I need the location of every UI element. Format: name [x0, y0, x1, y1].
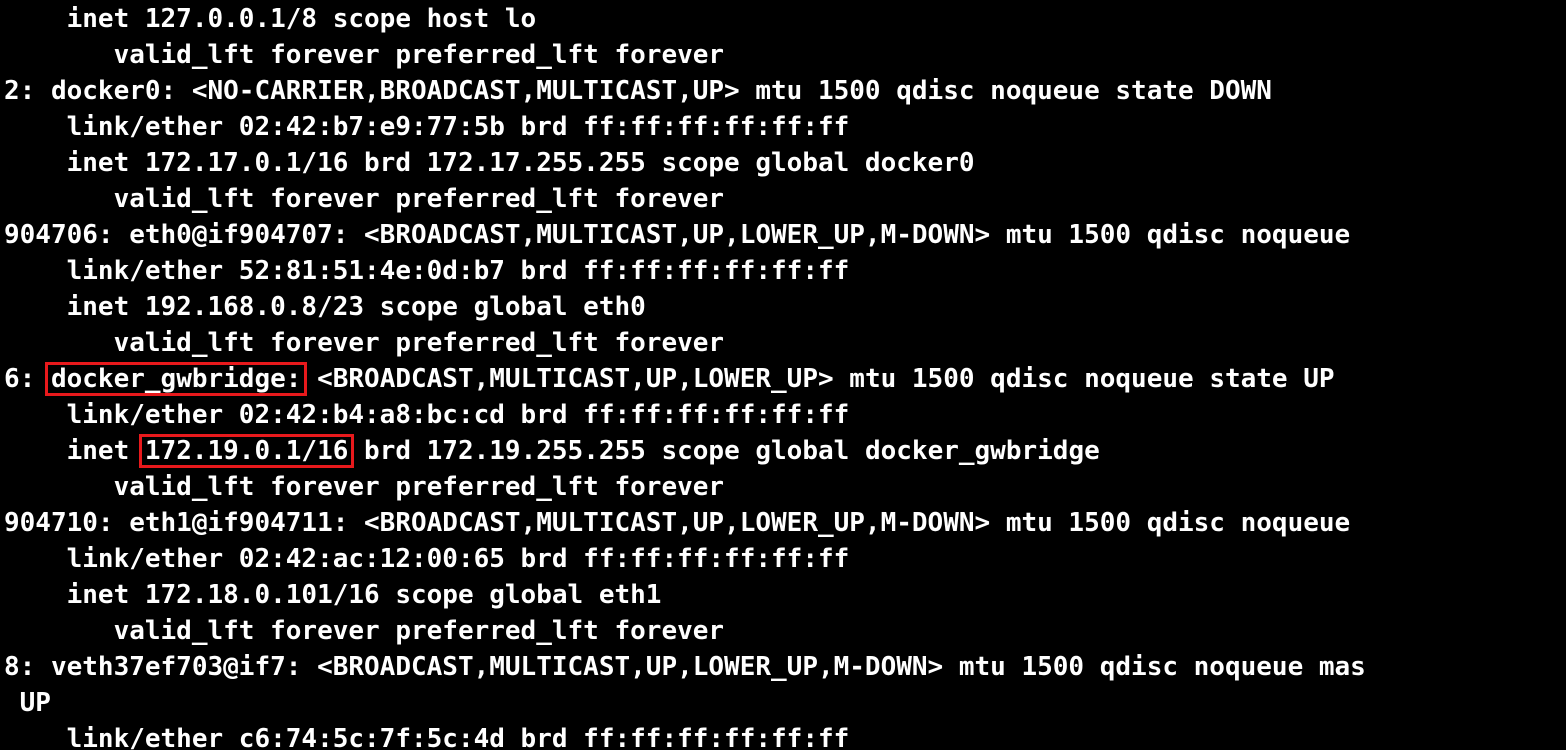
- terminal-line: inet 127.0.0.1/8 scope host lo: [4, 4, 537, 34]
- terminal-line: 904706: eth0@if904707: <BROADCAST,MULTIC…: [4, 220, 1351, 250]
- terminal-line: valid_lft forever preferred_lft forever: [4, 616, 725, 646]
- terminal-line: valid_lft forever preferred_lft forever: [4, 328, 725, 358]
- terminal-line: inet 172.17.0.1/16 brd 172.17.255.255 sc…: [4, 148, 975, 178]
- terminal-line: link/ether 52:81:51:4e:0d:b7 brd ff:ff:f…: [4, 256, 850, 286]
- terminal-line: 6: docker_gwbridge: <BROADCAST,MULTICAST…: [4, 361, 1335, 397]
- line-prefix: 6:: [4, 364, 51, 394]
- terminal-output[interactable]: inet 127.0.0.1/8 scope host lo valid_lft…: [0, 0, 1566, 750]
- line-suffix: <BROADCAST,MULTICAST,UP,LOWER_UP> mtu 15…: [301, 364, 1335, 394]
- terminal-line: link/ether 02:42:ac:12:00:65 brd ff:ff:f…: [4, 544, 850, 574]
- terminal-line: link/ether 02:42:b7:e9:77:5b brd ff:ff:f…: [4, 112, 850, 142]
- line-suffix: brd 172.19.255.255 scope global docker_g…: [348, 436, 1100, 466]
- terminal-line: inet 172.18.0.101/16 scope global eth1: [4, 580, 662, 610]
- line-prefix: inet: [4, 436, 145, 466]
- terminal-line: 904710: eth1@if904711: <BROADCAST,MULTIC…: [4, 508, 1351, 538]
- terminal-line: inet 192.168.0.8/23 scope global eth0: [4, 292, 646, 322]
- terminal-line: valid_lft forever preferred_lft forever: [4, 184, 725, 214]
- terminal-line: UP: [4, 688, 51, 718]
- terminal-line: link/ether c6:74:5c:7f:5c:4d brd ff:ff:f…: [4, 724, 850, 750]
- highlighted-text: docker_gwbridge:: [50, 364, 302, 394]
- terminal-line: valid_lft forever preferred_lft forever: [4, 472, 725, 502]
- terminal-line: 8: veth37ef703@if7: <BROADCAST,MULTICAST…: [4, 652, 1366, 682]
- terminal-line: valid_lft forever preferred_lft forever: [4, 40, 725, 70]
- highlighted-text: 172.19.0.1/16: [144, 436, 349, 466]
- terminal-line: link/ether 02:42:b4:a8:bc:cd brd ff:ff:f…: [4, 400, 850, 430]
- terminal-line: inet 172.19.0.1/16 brd 172.19.255.255 sc…: [4, 433, 1100, 469]
- terminal-line: 2: docker0: <NO-CARRIER,BROADCAST,MULTIC…: [4, 76, 1272, 106]
